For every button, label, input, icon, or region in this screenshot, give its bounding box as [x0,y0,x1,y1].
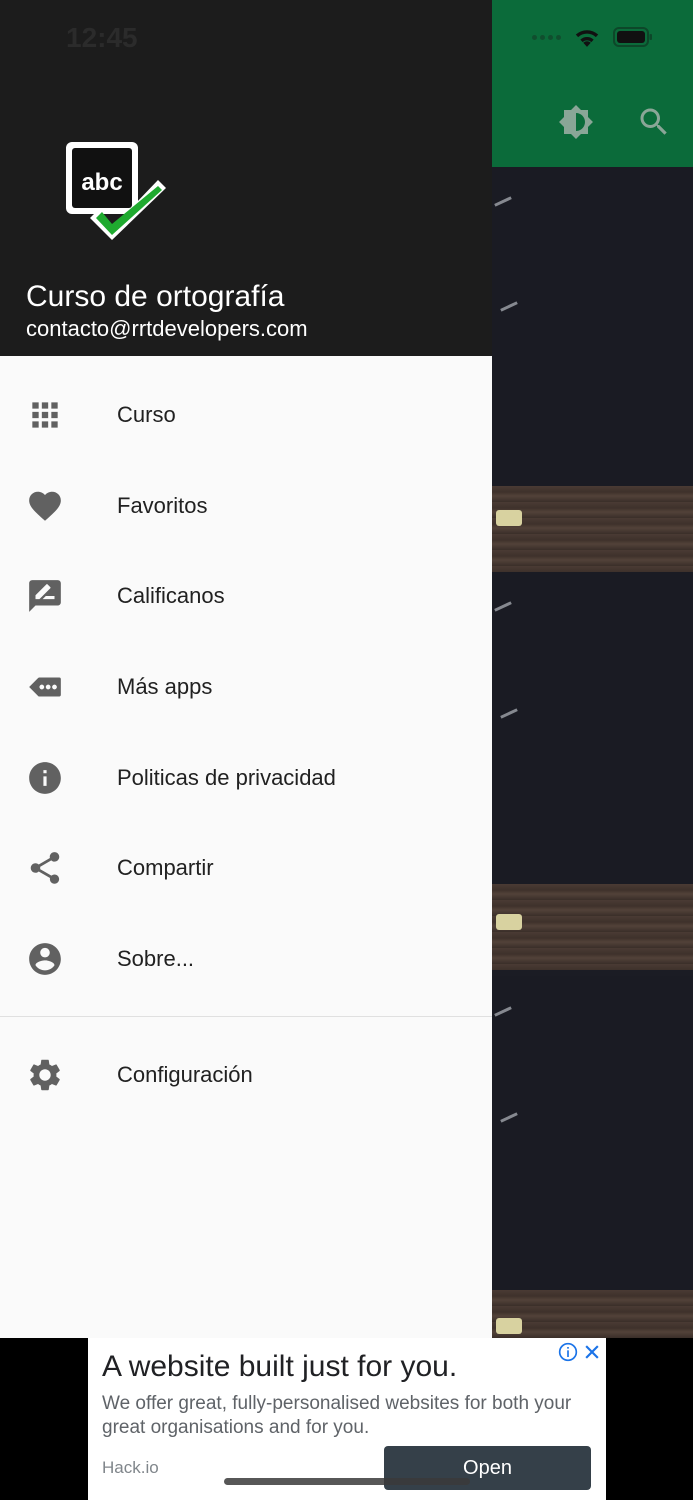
info-icon [29,761,61,794]
battery-icon [613,27,652,47]
status-bar-indicators [532,26,653,48]
rate-review-icon [29,580,61,613]
gear-icon [30,1059,60,1091]
menu-item-favoritos[interactable]: Favoritos [0,460,492,551]
navigation-drawer: 12:45 abc Curso de ortografía contacto@r… [0,0,492,1338]
search-icon[interactable] [636,104,672,140]
drawer-title: Curso de ortografía [26,280,285,313]
ad-title: A website built just for you. [102,1350,458,1383]
menu-item-label: Curso [117,402,176,427]
menu-item-curso[interactable]: Curso [0,369,492,460]
menu-item-label: Calificanos [117,583,225,609]
logo-text: abc [81,169,122,196]
brightness-icon[interactable] [558,104,594,140]
menu-divider [0,1016,492,1017]
settings-label: Configuración [117,1062,253,1087]
menu-item-compartir[interactable]: Compartir [0,822,492,913]
home-indicator[interactable] [224,1478,470,1485]
menu-item-label: Sobre... [117,946,195,972]
share-icon [30,852,60,885]
grid-icon [32,402,58,428]
cellular-signal-icon [532,34,561,40]
abc-check-logo: abc [66,142,166,240]
ad-source: Hack.io [102,1458,159,1477]
menu-item-privacidad[interactable]: Politicas de privacidad [0,732,492,823]
menu-item-mas-apps[interactable]: Más apps [0,641,492,732]
heart-icon [29,491,61,521]
ad-close-icon[interactable] [582,1342,602,1362]
more-apps-icon [29,677,61,697]
menu-item-label: Favoritos [117,492,208,518]
ad-description: We offer great, fully-personalised websi… [102,1393,572,1438]
chalk-piece [496,510,522,526]
menu-item-calificanos[interactable]: Calificanos [0,550,492,641]
menu-item-label: Compartir [117,855,214,881]
menu-item-sobre[interactable]: Sobre... [0,913,492,1004]
wifi-icon [575,30,599,47]
menu-item-configuracion[interactable]: Configuración [0,1030,492,1120]
ad-banner[interactable]: A website built just for you. We offer g… [88,1338,606,1500]
menu-item-label: Más apps [117,674,213,700]
chalk-piece [496,1318,522,1334]
account-circle-icon [29,943,61,975]
drawer-email: contacto@rrtdevelopers.com [26,316,308,341]
drawer-menu: Curso Favoritos Calificanos Más apps Pol… [0,369,492,1004]
status-time: 12:45 [66,22,138,53]
drawer-header: 12:45 abc Curso de ortografía contacto@r… [0,0,492,356]
menu-item-label: Politicas de privacidad [117,764,336,790]
ad-info-icon[interactable] [558,1342,578,1362]
chalk-piece [496,914,522,930]
